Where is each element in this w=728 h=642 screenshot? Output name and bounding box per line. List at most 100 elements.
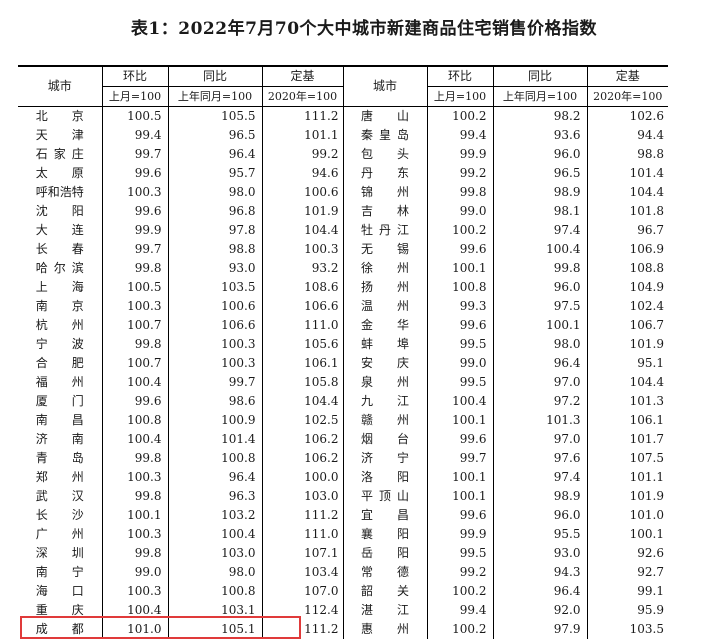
yoy-value-left: 100.8 [167,449,262,468]
table-row: 石家庄 99.7 96.4 99.2 包头 99.9 96.0 98.8 [18,145,668,164]
yoy-value-right: 96.4 [492,354,587,373]
city-name-right: 温州 [342,297,427,316]
base-value-right: 99.1 [586,582,668,601]
yoy-subheader-left: 上年同月=100 [167,86,262,107]
city-name-left: 宁波 [18,335,102,354]
yoy-header-right: 同比 [492,65,587,87]
mom-value-right: 100.8 [426,278,493,297]
mom-value-right: 99.4 [426,601,493,620]
yoy-header-left: 同比 [167,65,262,87]
base-value-right: 95.1 [586,354,668,373]
city-name-left: 海口 [18,582,102,601]
yoy-value-right: 95.5 [492,525,587,544]
yoy-value-left: 106.6 [167,316,262,335]
base-value-left: 108.6 [261,278,343,297]
mom-value-left: 99.9 [101,221,168,240]
base-value-right: 101.4 [586,164,668,183]
city-name-left: 沈阳 [18,202,102,221]
city-name-right: 秦皇岛 [342,126,427,145]
base-value-left: 99.2 [261,145,343,164]
city-name-right: 吉林 [342,202,427,221]
base-value-right: 96.7 [586,221,668,240]
table-row: 天津 99.4 96.5 101.1 秦皇岛 99.4 93.6 94.4 [18,126,668,145]
table-row: 长沙 100.1 103.2 111.2 宜昌 99.6 96.0 101.0 [18,506,668,525]
yoy-value-right: 100.4 [492,240,587,259]
table-row: 合肥 100.7 100.3 106.1 安庆 99.0 96.4 95.1 [18,354,668,373]
table-row: 福州 100.4 99.7 105.8 泉州 99.5 97.0 104.4 [18,373,668,392]
base-value-left: 100.0 [261,468,343,487]
yoy-value-left: 103.0 [167,544,262,563]
city-name-right: 泉州 [342,373,427,392]
yoy-value-right: 97.0 [492,373,587,392]
city-name-right: 包头 [342,145,427,164]
mom-value-left: 99.8 [101,487,168,506]
city-name-right: 徐州 [342,259,427,278]
mom-value-left: 99.8 [101,259,168,278]
city-label: 北京 [35,109,84,123]
city-label: 秦皇岛 [361,128,409,142]
base-header-right: 定基 [586,65,668,87]
mom-value-right: 99.5 [426,373,493,392]
city-label: 宜昌 [361,508,409,522]
city-name-right: 平顶山 [342,487,427,506]
base-value-left: 100.6 [261,183,343,202]
city-label: 济南 [35,432,84,446]
city-label: 韶关 [361,584,409,598]
city-name-right: 锦州 [342,183,427,202]
base-value-left: 101.1 [261,126,343,145]
yoy-value-right: 101.3 [492,411,587,430]
city-name-right: 蚌埠 [342,335,427,354]
base-value-right: 101.1 [586,468,668,487]
yoy-value-right: 98.0 [492,335,587,354]
city-label: 南京 [35,299,84,313]
table-row: 青岛 99.8 100.8 106.2 济宁 99.7 97.6 107.5 [18,449,668,468]
mom-value-right: 99.6 [426,506,493,525]
mom-value-left: 100.4 [101,601,168,620]
city-name-left: 哈尔滨 [18,259,102,278]
yoy-value-left: 105.5 [167,106,262,126]
yoy-value-right: 98.1 [492,202,587,221]
city-label: 成都 [35,622,84,636]
mom-value-right: 99.4 [426,126,493,145]
table-row: 重庆 100.4 103.1 112.4 湛江 99.4 92.0 95.9 [18,601,668,620]
yoy-value-left: 103.1 [167,601,262,620]
table-row: 南京 100.3 100.6 106.6 温州 99.3 97.5 102.4 [18,297,668,316]
table-row: 杭州 100.7 106.6 111.0 金华 99.6 100.1 106.7 [18,316,668,335]
city-label: 上海 [35,280,84,294]
yoy-subheader-right: 上年同月=100 [492,86,587,107]
city-label: 常德 [361,565,409,579]
city-label: 襄阳 [361,527,409,541]
city-label: 金华 [361,318,409,332]
city-label: 无锡 [361,242,409,256]
mom-value-left: 99.0 [101,563,168,582]
mom-subheader-left: 上月=100 [101,86,168,107]
city-label: 安庆 [361,356,409,370]
mom-value-left: 100.8 [101,411,168,430]
city-label: 牡丹江 [361,223,409,237]
base-value-left: 107.0 [261,582,343,601]
mom-value-right: 100.1 [426,259,493,278]
table-row: 上海 100.5 103.5 108.6 扬州 100.8 96.0 104.9 [18,278,668,297]
header-row: 城市 环比 同比 定基 城市 环比 同比 定基 [18,65,668,107]
yoy-value-right: 98.9 [492,183,587,202]
mom-value-right: 100.2 [426,582,493,601]
base-value-left: 104.4 [261,392,343,411]
table-body: 北京 100.5 105.5 111.2 唐山 100.2 98.2 102.6 天津 99.4 9… [18,106,668,639]
mom-subheader-right: 上月=100 [426,86,493,107]
city-label: 石家庄 [35,147,84,161]
base-value-left: 100.3 [261,240,343,259]
base-subheader-right: 2020年=100 [586,86,668,107]
yoy-value-right: 97.0 [492,430,587,449]
base-value-right: 101.8 [586,202,668,221]
city-label: 济宁 [361,451,409,465]
city-label: 郑州 [35,470,84,484]
city-name-right: 岳阳 [342,544,427,563]
yoy-value-left: 100.3 [167,354,262,373]
base-value-right: 106.7 [586,316,668,335]
table-row: 深圳 99.8 103.0 107.1 岳阳 99.5 93.0 92.6 [18,544,668,563]
base-value-left: 111.0 [261,525,343,544]
base-header-left: 定基 [261,65,343,87]
base-value-right: 104.9 [586,278,668,297]
city-label: 南昌 [35,413,84,427]
base-value-left: 106.1 [261,354,343,373]
